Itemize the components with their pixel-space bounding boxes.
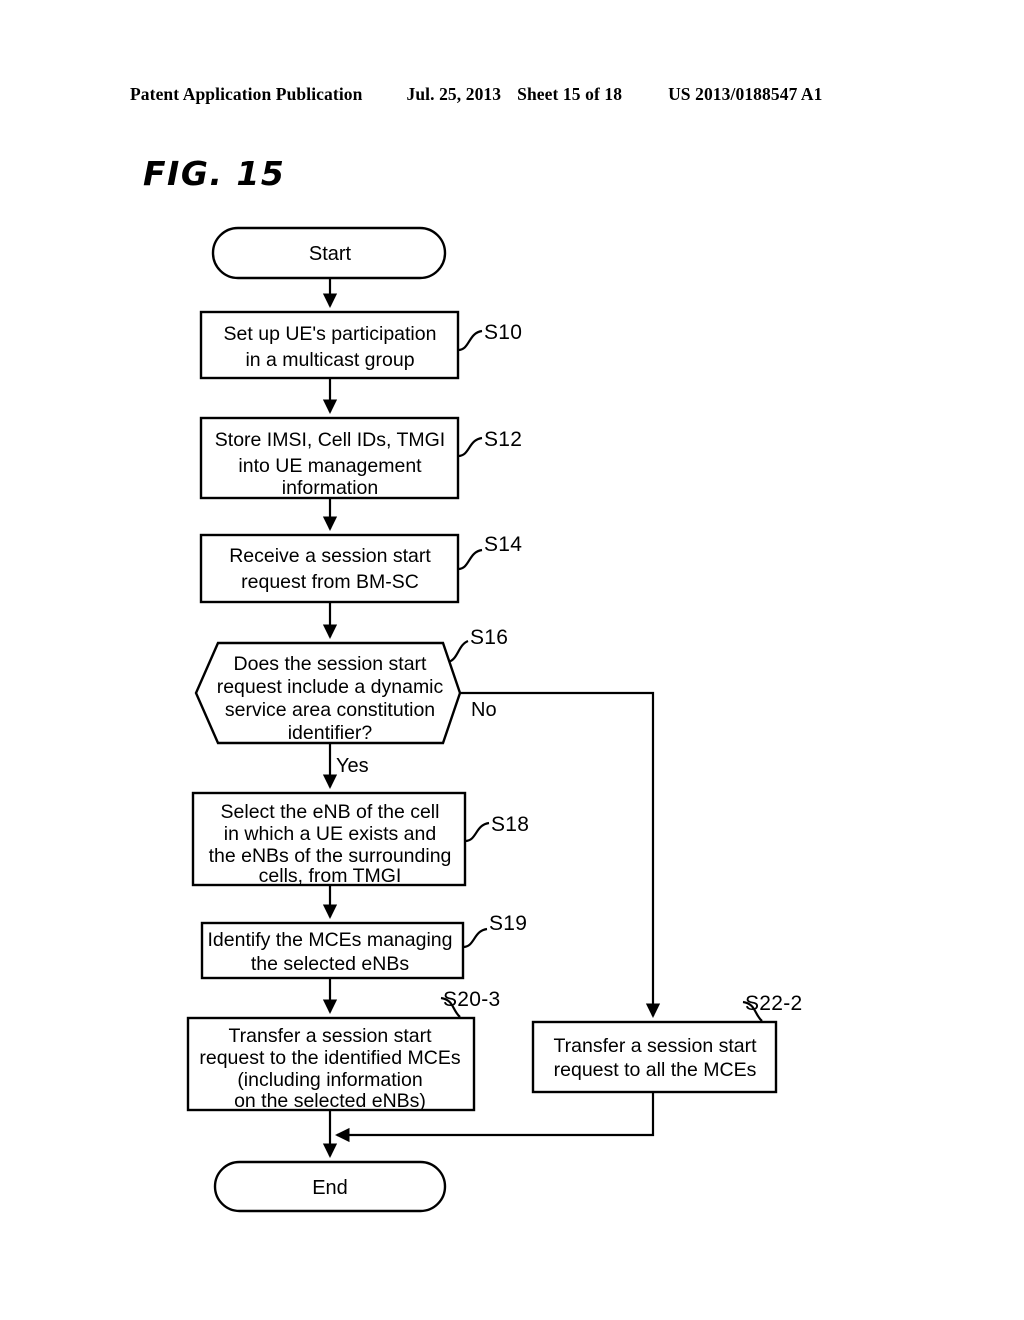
s16-branch-no-label: No bbox=[471, 699, 497, 721]
s18-line-4: cells, from TMGI bbox=[259, 865, 402, 887]
s22-2-line-1: Transfer a session start bbox=[553, 1035, 757, 1057]
s18-step-id: S18 bbox=[491, 813, 529, 836]
node-s22-2: Transfer a session start request to all … bbox=[531, 992, 803, 1094]
s16-line-4: identifier? bbox=[288, 722, 373, 744]
leader-s12 bbox=[457, 436, 483, 458]
s19-line-2: the selected eNBs bbox=[251, 953, 410, 975]
s12-step-id: S12 bbox=[484, 428, 522, 451]
s20-3-line-4: on the selected eNBs) bbox=[234, 1090, 426, 1112]
s10-step-id: S10 bbox=[484, 321, 522, 344]
s16-line-3: service area constitution bbox=[225, 699, 435, 721]
s22-2-box bbox=[531, 1020, 778, 1094]
end-terminal-label: End bbox=[312, 1177, 348, 1199]
node-s18: Select the eNB of the cell in which a UE… bbox=[191, 791, 529, 887]
s18-line-1: Select the eNB of the cell bbox=[221, 801, 440, 823]
s20-3-line-2: request to the identified MCEs bbox=[199, 1047, 460, 1069]
s19-line-1: Identify the MCEs managing bbox=[208, 929, 453, 951]
flowchart-diagram: Start Set up UE's participation in a mul… bbox=[186, 226, 803, 1213]
patent-page: Patent Application Publication Jul. 25, … bbox=[0, 0, 1024, 1320]
leader-s14 bbox=[457, 548, 483, 571]
node-end: End bbox=[213, 1160, 447, 1213]
connector-s16-no-to-s22 bbox=[460, 691, 661, 1018]
s12-line-1: Store IMSI, Cell IDs, TMGI bbox=[215, 429, 445, 451]
leader-s19 bbox=[462, 927, 488, 949]
s20-3-line-3: (including information bbox=[237, 1069, 422, 1091]
leader-s18 bbox=[464, 821, 490, 843]
s19-step-id: S19 bbox=[489, 912, 527, 935]
start-terminal-label: Start bbox=[309, 243, 352, 265]
s20-3-line-1: Transfer a session start bbox=[228, 1025, 432, 1047]
s10-line-1: Set up UE's participation bbox=[224, 323, 437, 345]
s18-line-2: in which a UE exists and bbox=[224, 823, 436, 845]
s22-2-step-id: S22-2 bbox=[745, 992, 803, 1015]
node-start: Start bbox=[211, 226, 447, 280]
s16-line-1: Does the session start bbox=[234, 653, 428, 675]
s14-line-2: request from BM-SC bbox=[241, 571, 419, 593]
s16-line-2: request include a dynamic bbox=[217, 676, 444, 698]
node-s20-3: Transfer a session start request to the … bbox=[186, 988, 501, 1112]
leader-s10 bbox=[457, 329, 483, 352]
node-s14: Receive a session start request from BM-… bbox=[199, 533, 522, 604]
s18-line-3: the eNBs of the surrounding bbox=[209, 845, 452, 867]
s20-3-step-id: S20-3 bbox=[443, 988, 501, 1011]
leader-s16 bbox=[447, 639, 469, 664]
node-s10: Set up UE's participation in a multicast… bbox=[199, 310, 522, 380]
s14-line-1: Receive a session start bbox=[229, 545, 431, 567]
node-s12: Store IMSI, Cell IDs, TMGI into UE manag… bbox=[199, 416, 522, 500]
s16-step-id: S16 bbox=[470, 626, 508, 649]
node-s19: Identify the MCEs managing the selected … bbox=[200, 912, 527, 980]
s14-step-id: S14 bbox=[484, 533, 522, 556]
s12-line-2: into UE management bbox=[238, 455, 422, 477]
s12-line-3: information bbox=[282, 477, 378, 499]
s16-branch-yes-label: Yes bbox=[336, 755, 369, 777]
s10-line-2: in a multicast group bbox=[245, 349, 414, 371]
s22-2-line-2: request to all the MCEs bbox=[554, 1059, 757, 1081]
